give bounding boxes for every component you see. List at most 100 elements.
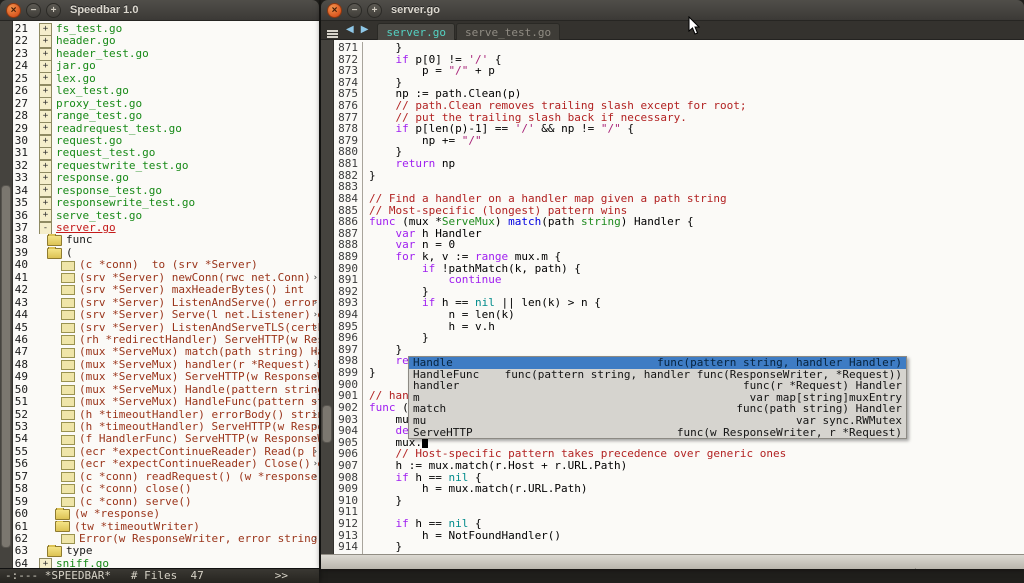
maximize-button[interactable]: +: [367, 3, 382, 18]
speedbar-row[interactable]: 45(srv *Server) ListenAndServeTLS(certF›: [13, 322, 319, 334]
speedbar-row[interactable]: 53(h *timeoutHandler) ServeHTTP(w Respo›: [13, 421, 319, 433]
expand-icon[interactable]: +: [39, 23, 52, 35]
code-line[interactable]: 895 h = v.h: [334, 321, 1024, 333]
speedbar-row[interactable]: 36+serve_test.go: [13, 210, 319, 222]
speedbar-label[interactable]: response_test.go: [56, 185, 162, 197]
code-line[interactable]: 882}: [334, 170, 1024, 182]
speedbar-row[interactable]: 39(: [13, 247, 319, 259]
speedbar-label[interactable]: (c *conn) serve(): [79, 496, 192, 508]
maximize-button[interactable]: +: [46, 3, 61, 18]
speedbar-row[interactable]: 31+request_test.go: [13, 147, 319, 159]
speedbar-row[interactable]: 44(srv *Server) Serve(l net.Listener) e›: [13, 309, 319, 321]
speedbar-row[interactable]: 55(ecr *expectContinueReader) Read(p [›: [13, 446, 319, 458]
speedbar-label[interactable]: (f HandlerFunc) ServeHTTP(w ResponseW: [79, 433, 319, 445]
speedbar-row[interactable]: 50(mux *ServeMux) Handle(pattern string›: [13, 384, 319, 396]
speedbar-row[interactable]: 27+proxy_test.go: [13, 98, 319, 110]
speedbar-row[interactable]: 38func: [13, 234, 319, 246]
speedbar-label[interactable]: (mux *ServeMux) handler(r *Request) H: [79, 359, 319, 371]
speedbar-label[interactable]: requestwrite_test.go: [56, 160, 188, 172]
speedbar-label[interactable]: responsewrite_test.go: [56, 197, 195, 209]
speedbar-row[interactable]: 52(h *timeoutHandler) errorBody() strin›: [13, 409, 319, 421]
speedbar-label[interactable]: (c *conn) readRequest() (w *response,: [79, 471, 319, 483]
speedbar-label[interactable]: (srv *Server) maxHeaderBytes() int: [79, 284, 304, 296]
speedbar-row[interactable]: 56(ecr *expectContinueReader) Close() e›: [13, 458, 319, 470]
speedbar-label[interactable]: proxy_test.go: [56, 98, 142, 110]
speedbar-label[interactable]: range_test.go: [56, 110, 142, 122]
speedbar-label[interactable]: readrequest_test.go: [56, 123, 182, 135]
code-line[interactable]: 879 np += "/": [334, 135, 1024, 147]
speedbar-row[interactable]: 57(c *conn) readRequest() (w *response,›: [13, 471, 319, 483]
speedbar-row[interactable]: 49(mux *ServeMux) ServeHTTP(w ResponseW›: [13, 371, 319, 383]
speedbar-label[interactable]: (srv *Server) ListenAndServe() error: [79, 297, 317, 309]
speedbar-row[interactable]: 23+header_test.go: [13, 48, 319, 60]
collapse-icon[interactable]: -: [39, 222, 52, 234]
speedbar-label[interactable]: (h *timeoutHandler) errorBody() strin: [79, 409, 319, 421]
speedbar-label[interactable]: type: [66, 545, 93, 557]
expand-icon[interactable]: +: [39, 110, 52, 122]
expand-icon[interactable]: +: [39, 123, 52, 135]
speedbar-label[interactable]: (mux *ServeMux) Handle(pattern string: [79, 384, 319, 396]
completion-item[interactable]: Handlefunc(pattern string, handler Handl…: [409, 357, 906, 369]
speedbar-row[interactable]: 48(mux *ServeMux) handler(r *Request) H›: [13, 359, 319, 371]
close-button[interactable]: ×: [327, 3, 342, 18]
speedbar-row[interactable]: 64+sniff.go: [13, 558, 319, 568]
speedbar-row[interactable]: 51(mux *ServeMux) HandleFunc(pattern st›: [13, 396, 319, 408]
tab-serve_test.go[interactable]: serve_test.go: [456, 23, 560, 40]
code-area[interactable]: 871 }872 if p[0] != '/' {873 p = "/" + p…: [334, 40, 1024, 554]
speedbar-row[interactable]: 29+readrequest_test.go: [13, 123, 319, 135]
code-line[interactable]: 909 h = mux.match(r.URL.Path): [334, 483, 1024, 495]
expand-icon[interactable]: +: [39, 185, 52, 197]
speedbar-label[interactable]: response.go: [56, 172, 129, 184]
speedbar-row[interactable]: 61(tw *timeoutWriter): [13, 521, 319, 533]
speedbar-titlebar[interactable]: × − + Speedbar 1.0: [0, 0, 319, 21]
speedbar-row[interactable]: 25+lex.go: [13, 73, 319, 85]
expand-icon[interactable]: +: [39, 135, 52, 147]
speedbar-row[interactable]: 40(c *conn) to (srv *Server): [13, 259, 319, 271]
expand-icon[interactable]: +: [39, 160, 52, 172]
speedbar-row[interactable]: 34+response_test.go: [13, 185, 319, 197]
speedbar-row[interactable]: 33+response.go: [13, 172, 319, 184]
speedbar-label[interactable]: (mux *ServeMux) ServeHTTP(w ResponseW: [79, 371, 319, 383]
speedbar-label[interactable]: (tw *timeoutWriter): [74, 521, 200, 533]
code-line[interactable]: 881 return np: [334, 158, 1024, 170]
expand-icon[interactable]: +: [39, 98, 52, 110]
speedbar-label[interactable]: (ecr *expectContinueReader) Read(p [: [79, 446, 317, 458]
speedbar-row[interactable]: 43(srv *Server) ListenAndServe() error›: [13, 297, 319, 309]
speedbar-row[interactable]: 42(srv *Server) maxHeaderBytes() int: [13, 284, 319, 296]
speedbar-row[interactable]: 22+header.go: [13, 35, 319, 47]
speedbar-label[interactable]: (c *conn) close(): [79, 483, 192, 495]
speedbar-row[interactable]: 63type: [13, 545, 319, 557]
code-line[interactable]: 896 }: [334, 332, 1024, 344]
code-line[interactable]: 910 }: [334, 495, 1024, 507]
completion-item[interactable]: ServeHTTPfunc(w ResponseWriter, r *Reque…: [409, 427, 906, 439]
speedbar-label[interactable]: header_test.go: [56, 48, 149, 60]
code-line[interactable]: 891 continue: [334, 274, 1024, 286]
close-button[interactable]: ×: [6, 3, 21, 18]
speedbar-label[interactable]: serve_test.go: [56, 210, 142, 222]
speedbar-label[interactable]: (mux *ServeMux) match(path string) Ha: [79, 346, 319, 358]
speedbar-row[interactable]: 47(mux *ServeMux) match(path string) Ha›: [13, 346, 319, 358]
speedbar-label[interactable]: (srv *Server) ListenAndServeTLS(certF: [79, 322, 319, 334]
speedbar-label[interactable]: fs_test.go: [56, 23, 122, 35]
speedbar-row[interactable]: 32+requestwrite_test.go: [13, 160, 319, 172]
speedbar-label[interactable]: (c *conn) to (srv *Server): [79, 259, 258, 271]
scrollbar-thumb[interactable]: [322, 405, 332, 443]
scrollbar-thumb[interactable]: [1, 185, 11, 548]
speedbar-row[interactable]: 24+jar.go: [13, 60, 319, 72]
code-line[interactable]: 913 h = NotFoundHandler(): [334, 530, 1024, 542]
expand-icon[interactable]: +: [39, 147, 52, 159]
speedbar-row[interactable]: 62Error(w ResponseWriter, error string, …: [13, 533, 319, 545]
speedbar-row[interactable]: 58(c *conn) close(): [13, 483, 319, 495]
speedbar-label[interactable]: server.go: [56, 222, 116, 234]
speedbar-row[interactable]: 30+request.go: [13, 135, 319, 147]
speedbar-label[interactable]: (ecr *expectContinueReader) Close() e: [79, 458, 319, 470]
speedbar-row[interactable]: 26+lex_test.go: [13, 85, 319, 97]
expand-icon[interactable]: +: [39, 197, 52, 209]
expand-icon[interactable]: +: [39, 210, 52, 222]
speedbar-row[interactable]: 28+range_test.go: [13, 110, 319, 122]
speedbar-label[interactable]: (srv *Server) Serve(l net.Listener) e: [79, 309, 319, 321]
speedbar-label[interactable]: (: [66, 247, 73, 259]
code-line[interactable]: 915 return h: [334, 553, 1024, 554]
speedbar-label[interactable]: sniff.go: [56, 558, 109, 568]
editor-scrollbar[interactable]: [321, 40, 334, 554]
